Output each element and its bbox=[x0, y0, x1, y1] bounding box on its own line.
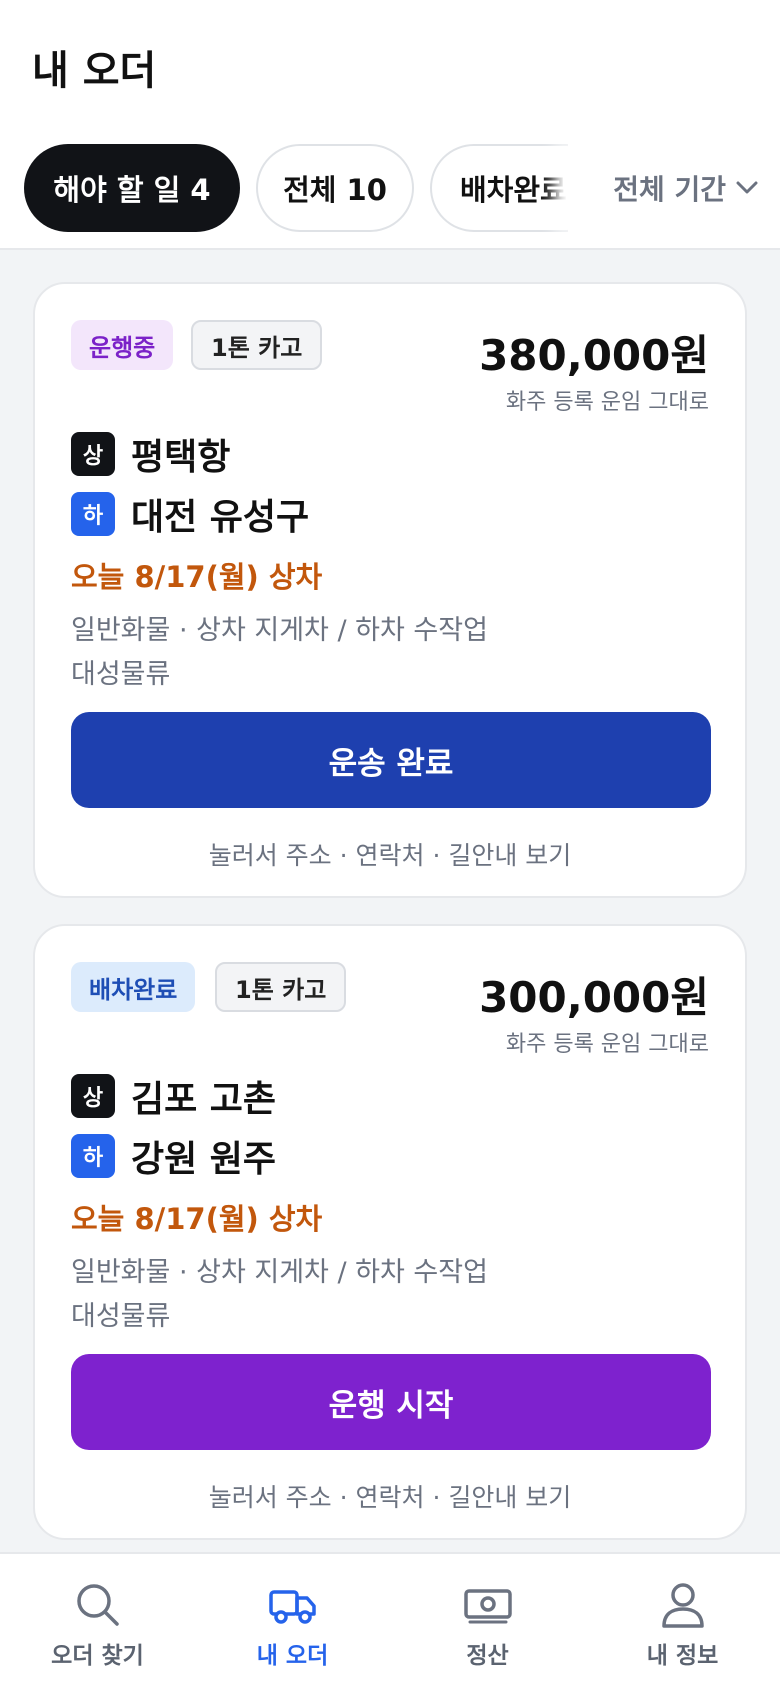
search-icon bbox=[76, 1584, 119, 1626]
drop-location: 강원 원주 bbox=[131, 1139, 277, 1180]
tab-label: 정산 bbox=[466, 1643, 509, 1669]
status-badge: 배차완료 bbox=[71, 962, 196, 1012]
drop-location: 대전 유성구 bbox=[131, 497, 310, 538]
cargo-description: 일반화물 · 상차 지게차 / 하차 수작업 bbox=[71, 1257, 488, 1288]
period-dropdown[interactable]: 전체 기간 bbox=[568, 144, 758, 232]
drop-row: 하 강원 원주 bbox=[71, 1134, 276, 1180]
pickup-tag: 상 bbox=[71, 1074, 115, 1118]
money-icon bbox=[463, 1589, 512, 1624]
period-label: 전체 기간 bbox=[613, 173, 726, 206]
cargo-description: 일반화물 · 상차 지게차 / 하차 수작업 bbox=[71, 615, 488, 646]
truck-type-badge: 1톤 카고 bbox=[191, 320, 323, 370]
start-trip-button[interactable]: 운행 시작 bbox=[71, 1354, 711, 1450]
price: 300,000원 bbox=[479, 973, 709, 1022]
pickup-row: 상 평택항 bbox=[71, 432, 230, 478]
shipper-name: 대성물류 bbox=[71, 1301, 171, 1332]
user-icon bbox=[661, 1583, 704, 1628]
truck-type-badge: 1톤 카고 bbox=[215, 962, 347, 1012]
load-date: 오늘 8/17(월) 상차 bbox=[71, 1202, 323, 1236]
drop-tag: 하 bbox=[71, 1134, 115, 1178]
filter-chips: 해야 할 일 4 전체 10 배차완료 전체 기간 bbox=[24, 144, 780, 232]
shipper-name: 대성물류 bbox=[71, 659, 171, 690]
header: 내 오더 해야 할 일 4 전체 10 배차완료 전체 기간 bbox=[0, 0, 780, 250]
tab-label: 내 정보 bbox=[646, 1643, 719, 1669]
pickup-location: 김포 고촌 bbox=[131, 1079, 277, 1120]
pickup-row: 상 김포 고촌 bbox=[71, 1074, 276, 1120]
tab-my-orders[interactable]: 내 오더 bbox=[195, 1554, 390, 1688]
page-title: 내 오더 bbox=[32, 48, 157, 94]
tab-label: 오더 찾기 bbox=[51, 1643, 144, 1669]
price-note: 화주 등록 운임 그대로 bbox=[505, 390, 709, 415]
complete-delivery-button[interactable]: 운송 완료 bbox=[71, 712, 711, 808]
drop-tag: 하 bbox=[71, 492, 115, 536]
pickup-location: 평택항 bbox=[131, 437, 231, 478]
bottom-tab-bar: 오더 찾기 내 오더 정산 내 정보 bbox=[0, 1552, 780, 1688]
order-card[interactable]: 운행중 1톤 카고 380,000원 화주 등록 운임 그대로 상 평택항 하 … bbox=[33, 282, 747, 898]
order-card[interactable]: 배차완료 1톤 카고 300,000원 화주 등록 운임 그대로 상 김포 고촌… bbox=[33, 924, 747, 1540]
drop-row: 하 대전 유성구 bbox=[71, 492, 309, 538]
load-date: 오늘 8/17(월) 상차 bbox=[71, 560, 323, 594]
tab-label: 내 오더 bbox=[256, 1643, 329, 1669]
price: 380,000원 bbox=[479, 331, 709, 380]
tab-settlement[interactable]: 정산 bbox=[390, 1554, 585, 1688]
chevron-down-icon bbox=[736, 181, 758, 194]
view-details-link[interactable]: 눌러서 주소 · 연락처 · 길안내 보기 bbox=[35, 836, 745, 872]
pickup-tag: 상 bbox=[71, 432, 115, 476]
tab-my-info[interactable]: 내 정보 bbox=[585, 1554, 780, 1688]
price-note: 화주 등록 운임 그대로 bbox=[505, 1032, 709, 1057]
tab-find-orders[interactable]: 오더 찾기 bbox=[0, 1554, 195, 1688]
truck-icon bbox=[268, 1590, 316, 1624]
status-badge: 운행중 bbox=[71, 320, 174, 370]
filter-chip-todo[interactable]: 해야 할 일 4 bbox=[24, 144, 240, 232]
filter-chip-all[interactable]: 전체 10 bbox=[256, 144, 414, 232]
view-details-link[interactable]: 눌러서 주소 · 연락처 · 길안내 보기 bbox=[35, 1478, 745, 1514]
